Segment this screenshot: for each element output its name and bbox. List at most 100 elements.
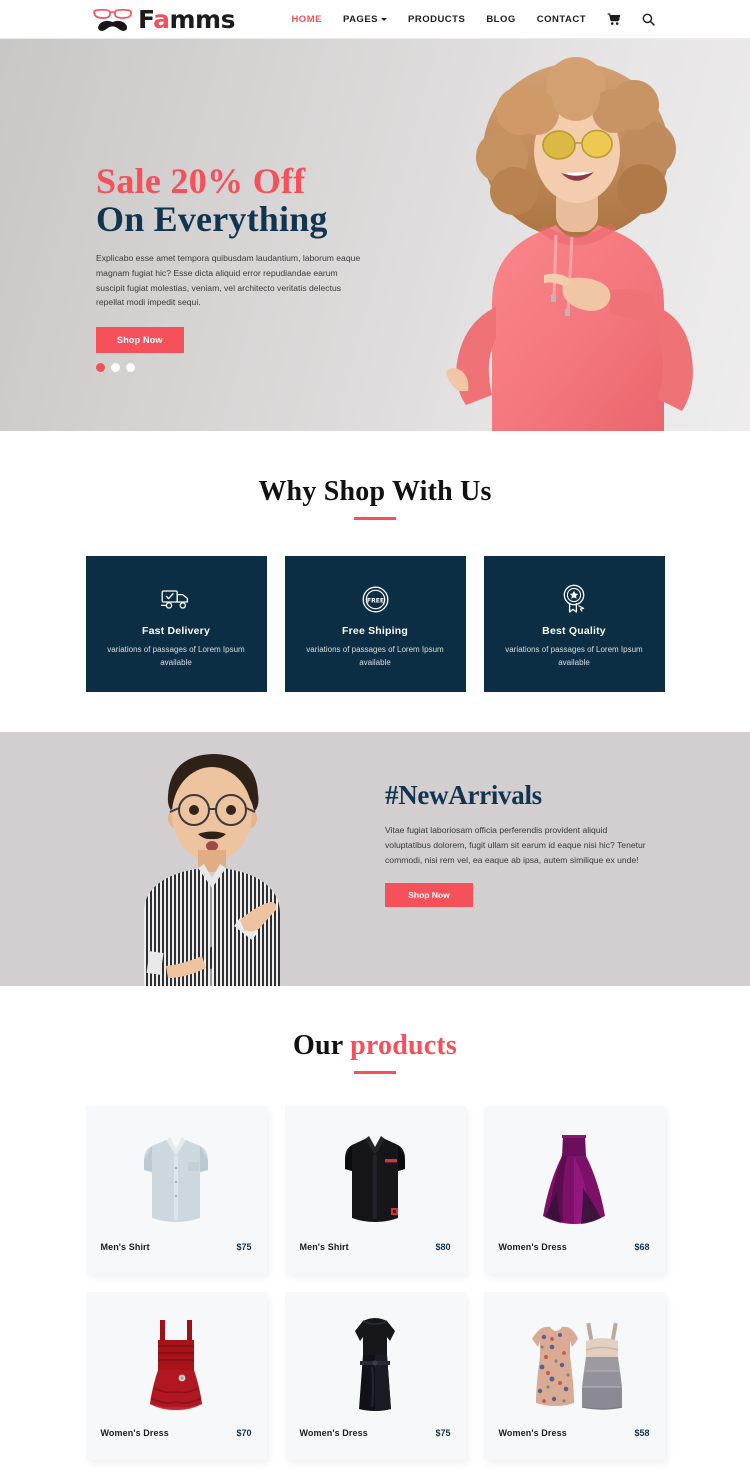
products-title-underline: [354, 1071, 396, 1074]
feature-description: variations of passages of Lorem Ipsum av…: [306, 645, 444, 668]
new-arrivals-shop-now-button[interactable]: Shop Now: [385, 883, 473, 908]
product-image: [484, 1292, 665, 1428]
nav-label-products: PRODUCTS: [408, 13, 466, 25]
light-blue-dress-shirt-icon: [144, 1137, 208, 1222]
feature-title: Free Shiping: [342, 625, 408, 637]
product-card[interactable]: Women's Dress $75: [284, 1292, 466, 1460]
product-name: Women's Dress: [498, 1242, 567, 1252]
product-card[interactable]: Women's Dress $58: [483, 1292, 665, 1460]
product-image: [285, 1106, 466, 1242]
nav-item-contact[interactable]: CONTACT: [537, 14, 586, 25]
page-root: Famms HOME PAGES PRODUCTS BLOG CONTACT S…: [0, 0, 750, 1470]
shopping-cart-icon: [607, 12, 621, 25]
cart-button[interactable]: [607, 12, 621, 26]
product-price: $58: [634, 1428, 650, 1438]
nav-label-pages: PAGES: [342, 13, 378, 25]
feature-card-best-quality[interactable]: Best Quality variations of passages of L…: [483, 556, 665, 692]
product-price: $75: [236, 1242, 252, 1252]
product-image: [86, 1292, 267, 1428]
product-card[interactable]: Women's Dress $70: [85, 1292, 267, 1460]
nav-label-blog: BLOG: [486, 13, 516, 25]
feature-icon-wrap: FREE: [362, 583, 389, 615]
nav-item-home[interactable]: HOME: [291, 14, 322, 25]
product-name: Women's Dress: [299, 1428, 368, 1438]
product-name: Men's Shirt: [100, 1242, 150, 1252]
delivery-truck-icon: [161, 590, 189, 609]
product-card[interactable]: Men's Shirt $80: [284, 1106, 466, 1274]
product-meta: Women's Dress $70: [86, 1428, 267, 1460]
feature-icon-wrap: [161, 583, 191, 615]
product-image: [484, 1106, 665, 1242]
products-title: Our products: [0, 1030, 750, 1062]
main-navigation: HOME PAGES PRODUCTS BLOG CONTACT: [291, 12, 655, 26]
hero-title-line2: On Everything: [96, 198, 328, 239]
product-meta: Women's Dress $68: [484, 1242, 665, 1274]
feature-title: Fast Delivery: [142, 625, 210, 637]
feature-card-list: Fast Delivery variations of passages of …: [0, 556, 750, 692]
products-title-highlight: products: [350, 1030, 457, 1061]
product-price: $75: [435, 1428, 451, 1438]
slider-dot-1[interactable]: [96, 363, 105, 372]
hero-title-line1: Sale 20% Off: [96, 161, 306, 201]
products-heading: Our products: [0, 1030, 750, 1074]
feature-card-free-shipping[interactable]: FREE Free Shiping variations of passages…: [284, 556, 466, 692]
new-arrivals-copy: #NewArrivals Vitae fugiat laboriosam off…: [385, 780, 667, 908]
hero-shop-now-button[interactable]: Shop Now: [96, 327, 184, 354]
chevron-down-icon: [381, 18, 387, 21]
feature-icon-wrap: [561, 583, 587, 615]
logo-text-part-2: a: [153, 4, 170, 34]
product-name: Men's Shirt: [299, 1242, 349, 1252]
why-shop-title: Why Shop With Us: [258, 476, 492, 507]
black-dress-shirt-icon: [345, 1136, 405, 1222]
hero-model-image: [446, 57, 693, 431]
search-icon: [642, 13, 655, 26]
new-arrivals-description: Vitae fugiat laboriosam officia perferen…: [385, 825, 646, 865]
purple-ball-gown-icon: [543, 1135, 605, 1224]
product-grid: Men's Shirt $75 Men's Shirt $80 Women's …: [0, 1106, 750, 1460]
new-arrivals-model-image: [144, 754, 280, 986]
hero-description: Explicabo esse amet tempora quibusdam la…: [96, 253, 361, 308]
products-title-plain: Our: [293, 1030, 351, 1061]
product-image: [86, 1106, 267, 1242]
nav-item-products[interactable]: PRODUCTS: [408, 14, 465, 25]
product-price: $68: [634, 1242, 650, 1252]
slider-dot-3[interactable]: [126, 363, 135, 372]
new-arrivals-section: #NewArrivals Vitae fugiat laboriosam off…: [0, 732, 750, 986]
slider-dot-2[interactable]: [111, 363, 120, 372]
product-price: $70: [236, 1428, 252, 1438]
product-card[interactable]: Women's Dress $68: [483, 1106, 665, 1274]
site-header: Famms HOME PAGES PRODUCTS BLOG CONTACT: [0, 0, 750, 39]
feature-description: variations of passages of Lorem Ipsum av…: [505, 645, 643, 668]
award-ribbon-icon: [563, 584, 585, 613]
why-shop-section: Why Shop With Us Fast Delivery variation: [0, 431, 750, 732]
why-shop-title-underline: [354, 517, 396, 520]
svg-text:FREE: FREE: [366, 597, 383, 604]
feature-description: variations of passages of Lorem Ipsum av…: [107, 645, 245, 668]
nav-label-home: HOME: [291, 13, 322, 25]
product-meta: Women's Dress $75: [285, 1428, 466, 1460]
hero-copy: Sale 20% Off On Everything Explicabo ess…: [96, 161, 396, 354]
nav-label-contact: CONTACT: [536, 13, 586, 25]
floral-and-gray-dress-pair-icon: [532, 1322, 622, 1410]
nav-item-blog[interactable]: BLOG: [486, 14, 515, 25]
hero-slider: Sale 20% Off On Everything Explicabo ess…: [0, 39, 750, 431]
product-image: [285, 1292, 466, 1428]
product-name: Women's Dress: [498, 1428, 567, 1438]
logo-text-part-3: mms: [169, 4, 236, 34]
free-badge-icon: FREE: [362, 586, 388, 612]
product-meta: Men's Shirt $80: [285, 1242, 466, 1274]
nav-item-pages[interactable]: PAGES: [343, 14, 387, 25]
logo-wordmark: Famms: [138, 7, 235, 32]
product-price: $80: [435, 1242, 451, 1252]
red-ruffle-dress-icon: [150, 1320, 202, 1411]
feature-title: Best Quality: [542, 625, 606, 637]
product-meta: Women's Dress $58: [484, 1428, 665, 1460]
site-logo[interactable]: Famms: [92, 6, 235, 32]
product-name: Women's Dress: [100, 1428, 169, 1438]
logo-text-part-1: F: [138, 4, 154, 34]
product-card[interactable]: Men's Shirt $75: [85, 1106, 267, 1274]
products-section: Our products Men's Shirt $75 Men's Shirt…: [0, 986, 750, 1470]
search-button[interactable]: [642, 13, 655, 26]
feature-card-fast-delivery[interactable]: Fast Delivery variations of passages of …: [85, 556, 267, 692]
product-meta: Men's Shirt $75: [86, 1242, 267, 1274]
